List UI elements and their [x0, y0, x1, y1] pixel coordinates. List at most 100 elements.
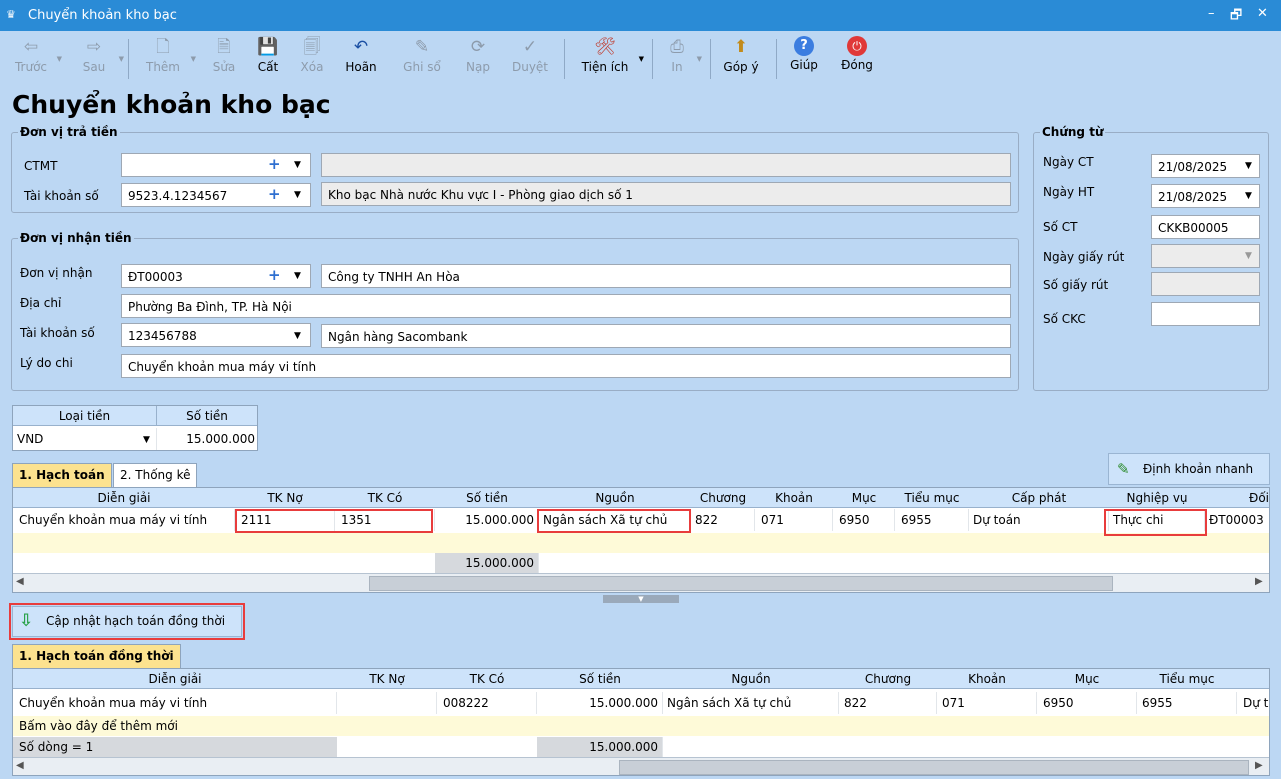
refresh-icon: ⟳ [470, 37, 486, 57]
so-ct-input[interactable]: CKKB00005 [1151, 215, 1260, 239]
s-col-nguon: Nguồn [663, 669, 839, 689]
s-cell-so-tien[interactable]: 15.000.000 [537, 692, 663, 714]
payee-unit-name[interactable]: Công ty TNHH An Hòa [321, 264, 1011, 288]
currency-amount[interactable]: 15.000.000 [157, 428, 255, 450]
power-icon: ⏻ [847, 36, 867, 56]
restore-button[interactable]: 🗗 [1230, 6, 1242, 28]
reload-button[interactable]: ⟳ Nạp [458, 31, 498, 87]
tools-icon: 🛠 [594, 37, 616, 57]
simultaneous-hscrollbar[interactable]: ◀ ▶ [13, 757, 1269, 775]
delete-button[interactable]: 🗐 Xóa [294, 31, 330, 87]
col-muc: Mục [833, 488, 895, 508]
tab-hach-toan[interactable]: 1. Hạch toán [12, 463, 112, 487]
ctmt-dropdown-icon[interactable]: ▼ [294, 160, 301, 170]
payer-account-dropdown-icon[interactable]: ▼ [294, 190, 301, 200]
payer-account-add-icon[interactable]: + [268, 185, 281, 203]
s-cell-tieu-muc[interactable]: 6955 [1137, 692, 1237, 714]
payer-account-input[interactable]: 9523.4.1234567 [121, 183, 311, 207]
cell-cap-phat[interactable]: Dự toán [969, 509, 1109, 531]
date-ct-label: Ngày CT [1043, 155, 1094, 169]
accounting-hscrollbar[interactable]: ◀ ▶ [13, 573, 1269, 592]
edit-document-icon: 🗎 [217, 37, 231, 57]
undo-button[interactable]: ↶ Hoãn [338, 31, 384, 87]
currency-type-select[interactable]: VND [17, 428, 157, 450]
scroll-right-icon[interactable]: ▶ [1255, 576, 1263, 587]
cell-doi[interactable]: ĐT00003 [1205, 509, 1269, 531]
toolbar: ⇦ Trước ▼ ⇨ Sau ▼ 🗋 Thêm ▼ 🗎 Sửa 💾 Cất 🗐 Xóa ↶ Hoã… [0, 31, 1281, 87]
s-cell-tk-no[interactable] [337, 692, 437, 714]
close-form-button[interactable]: ⏻ Đóng [834, 31, 880, 87]
next-button[interactable]: ⇨ Sau ▼ [72, 31, 124, 87]
reason-input[interactable]: Chuyển khoản mua máy vi tính [121, 354, 1011, 378]
help-button[interactable]: ? Giúp [784, 31, 824, 87]
s-cell-khoan[interactable]: 071 [937, 692, 1037, 714]
currency-grid: Loại tiền Số tiền VND ▼ 15.000.000 [12, 405, 258, 451]
print-button[interactable]: ⎙ In ▼ [660, 31, 702, 87]
s-cell-tk-co[interactable]: 008222 [437, 692, 537, 714]
s-cell-nguon[interactable]: Ngân sách Xã tự chủ [663, 692, 839, 714]
s-cell-chuong[interactable]: 822 [839, 692, 937, 714]
tab-thong-ke[interactable]: 2. Thống kê [113, 463, 198, 487]
ctmt-input[interactable] [121, 153, 311, 177]
quick-entry-button[interactable]: ✎ Định khoản nhanh [1108, 453, 1270, 485]
post-button[interactable]: ✎ Ghi sổ [396, 31, 448, 87]
splitter-handle[interactable]: ▼ [603, 595, 679, 603]
simultaneous-grid: Diễn giải TK Nợ TK Có Số tiền Nguồn Chươ… [12, 668, 1270, 776]
pencil-icon: ✎ [414, 37, 430, 57]
close-window-button[interactable]: ✕ [1257, 6, 1268, 21]
payee-account-dropdown-icon[interactable]: ▼ [294, 331, 301, 341]
save-button[interactable]: 💾 Cất [250, 31, 286, 87]
cell-khoan[interactable]: 071 [755, 509, 833, 531]
ckc-input[interactable] [1151, 302, 1260, 326]
s-cell-dien-giai[interactable]: Chuyển khoản mua máy vi tính [13, 692, 337, 714]
new-row[interactable] [13, 533, 1269, 553]
arrow-right-icon: ⇨ [86, 37, 102, 57]
s-scroll-right-icon[interactable]: ▶ [1255, 760, 1263, 771]
add-button[interactable]: 🗋 Thêm ▼ [138, 31, 196, 87]
voucher-legend: Chứng từ [1042, 125, 1104, 139]
cell-chuong[interactable]: 822 [691, 509, 755, 531]
col-cap-phat: Cấp phát [969, 488, 1109, 508]
currency-dropdown-icon[interactable]: ▼ [143, 435, 150, 445]
s-col-chuong: Chương [839, 669, 937, 689]
s-col-muc: Mục [1037, 669, 1137, 689]
payee-unit-input[interactable]: ĐT00003 [121, 264, 311, 288]
payee-unit-add-icon[interactable]: + [268, 266, 281, 284]
scroll-thumb[interactable] [369, 576, 1113, 591]
feedback-button[interactable]: ⬆ Góp ý [718, 31, 764, 87]
date-ht-dropdown-icon[interactable]: ▼ [1245, 191, 1252, 201]
tab-hach-toan-dong-thoi[interactable]: 1. Hạch toán đồng thời [12, 644, 181, 668]
payee-unit-dropdown-icon[interactable]: ▼ [294, 271, 301, 281]
update-simultaneous-button[interactable]: ⇩ Cập nhật hạch toán đồng thời [12, 606, 242, 637]
edit-button[interactable]: 🗎 Sửa [206, 31, 242, 87]
payee-account-input[interactable]: 123456788 [121, 323, 311, 347]
minimize-button[interactable]: – [1208, 6, 1215, 21]
add-new-row[interactable]: Bấm vào đây để thêm mới [13, 716, 1269, 736]
total-gap [337, 737, 537, 757]
date-ct-dropdown-icon[interactable]: ▼ [1245, 161, 1252, 171]
utility-button[interactable]: 🛠 Tiện ích ▼ [574, 31, 644, 87]
prev-button[interactable]: ⇦ Trước ▼ [8, 31, 62, 87]
address-input[interactable]: Phường Ba Đình, TP. Hà Nội [121, 294, 1011, 318]
s-scroll-thumb[interactable] [619, 760, 1249, 775]
arrow-down-icon: ⇩ [19, 611, 34, 631]
date-ht-input[interactable]: 21/08/2025 [1151, 184, 1260, 208]
cell-so-tien[interactable]: 15.000.000 [435, 509, 539, 531]
highlight-source [537, 509, 691, 533]
payer-account-label: Tài khoản số [24, 189, 99, 203]
date-ct-input[interactable]: 21/08/2025 [1151, 154, 1260, 178]
s-col-tk-no: TK Nợ [337, 669, 437, 689]
ctmt-add-icon[interactable]: + [268, 155, 281, 173]
s-cell-du-toan[interactable]: Dự t [1237, 692, 1269, 714]
scroll-left-icon[interactable]: ◀ [16, 576, 24, 587]
cell-muc[interactable]: 6950 [833, 509, 895, 531]
col-nghiep-vu: Nghiệp vụ [1109, 488, 1205, 508]
arrow-left-icon: ⇦ [23, 37, 39, 57]
approve-button[interactable]: ✓ Duyệt [506, 31, 554, 87]
s-col-dien-giai: Diễn giải [13, 669, 337, 689]
s-scroll-left-icon[interactable]: ◀ [16, 760, 24, 771]
s-cell-muc[interactable]: 6950 [1037, 692, 1137, 714]
cell-dien-giai[interactable]: Chuyển khoản mua máy vi tính [13, 509, 235, 531]
cell-tieu-muc[interactable]: 6955 [895, 509, 969, 531]
payee-bank-input[interactable]: Ngân hàng Sacombank [321, 324, 1011, 348]
